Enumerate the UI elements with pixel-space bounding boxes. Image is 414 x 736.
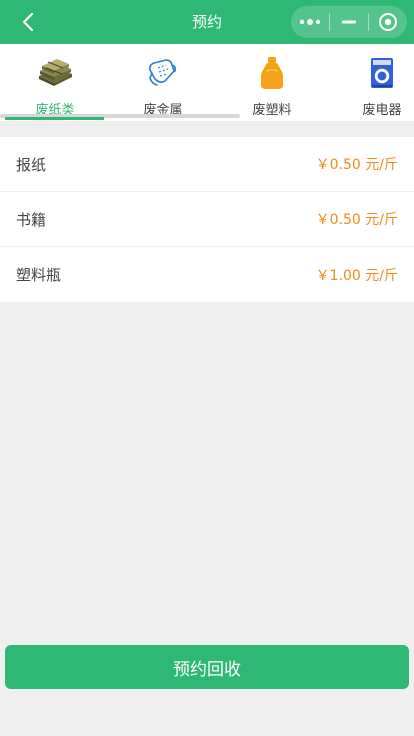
metal-can-icon xyxy=(143,54,183,91)
tab-label: 废电器 xyxy=(362,103,402,118)
list-item[interactable]: 报纸 ￥0.50 元/斤 xyxy=(0,137,414,192)
item-name: 塑料瓶 xyxy=(16,266,62,284)
more-dots-icon xyxy=(299,19,321,25)
category-tabs: 废纸类 废金属 废塑料 废电器 xyxy=(0,44,414,121)
target-circle-icon xyxy=(379,13,397,31)
washing-machine-icon xyxy=(362,54,402,91)
tab-label: 废塑料 xyxy=(252,103,292,118)
tab-paper[interactable]: 废纸类 xyxy=(15,44,95,118)
plastic-bottle-icon xyxy=(252,54,292,91)
more-button[interactable] xyxy=(291,6,329,38)
item-name: 报纸 xyxy=(16,155,47,174)
list-item[interactable]: 书籍 ￥0.50 元/斤 xyxy=(0,192,414,247)
minimize-button[interactable] xyxy=(330,6,368,38)
tab-electric[interactable]: 废电器 xyxy=(342,44,414,118)
list-item[interactable]: 塑料瓶 ￥1.00 元/斤 xyxy=(0,247,414,302)
item-price: ￥0.50 元/斤 xyxy=(315,212,398,228)
paper-stack-icon xyxy=(35,54,75,91)
tab-metal[interactable]: 废金属 xyxy=(123,44,203,118)
item-price: ￥1.00 元/斤 xyxy=(315,267,398,284)
item-price: ￥0.50 元/斤 xyxy=(315,157,398,173)
page: 预约 废纸类 废金属 废塑料 废电器 报纸 ￥0.50 元/斤 书籍 ￥0.50… xyxy=(0,0,414,736)
item-name: 书籍 xyxy=(16,210,47,229)
book-recycling-button[interactable]: 预约回收 xyxy=(5,645,409,689)
close-button[interactable] xyxy=(369,6,407,38)
capsule-menu xyxy=(291,6,407,38)
tab-plastic[interactable]: 废塑料 xyxy=(232,44,312,118)
minimize-icon xyxy=(342,20,356,24)
price-list: 报纸 ￥0.50 元/斤 书籍 ￥0.50 元/斤 塑料瓶 ￥1.00 元/斤 xyxy=(0,137,414,302)
navigation-bar: 预约 xyxy=(0,0,414,44)
active-tab-indicator xyxy=(5,117,104,120)
